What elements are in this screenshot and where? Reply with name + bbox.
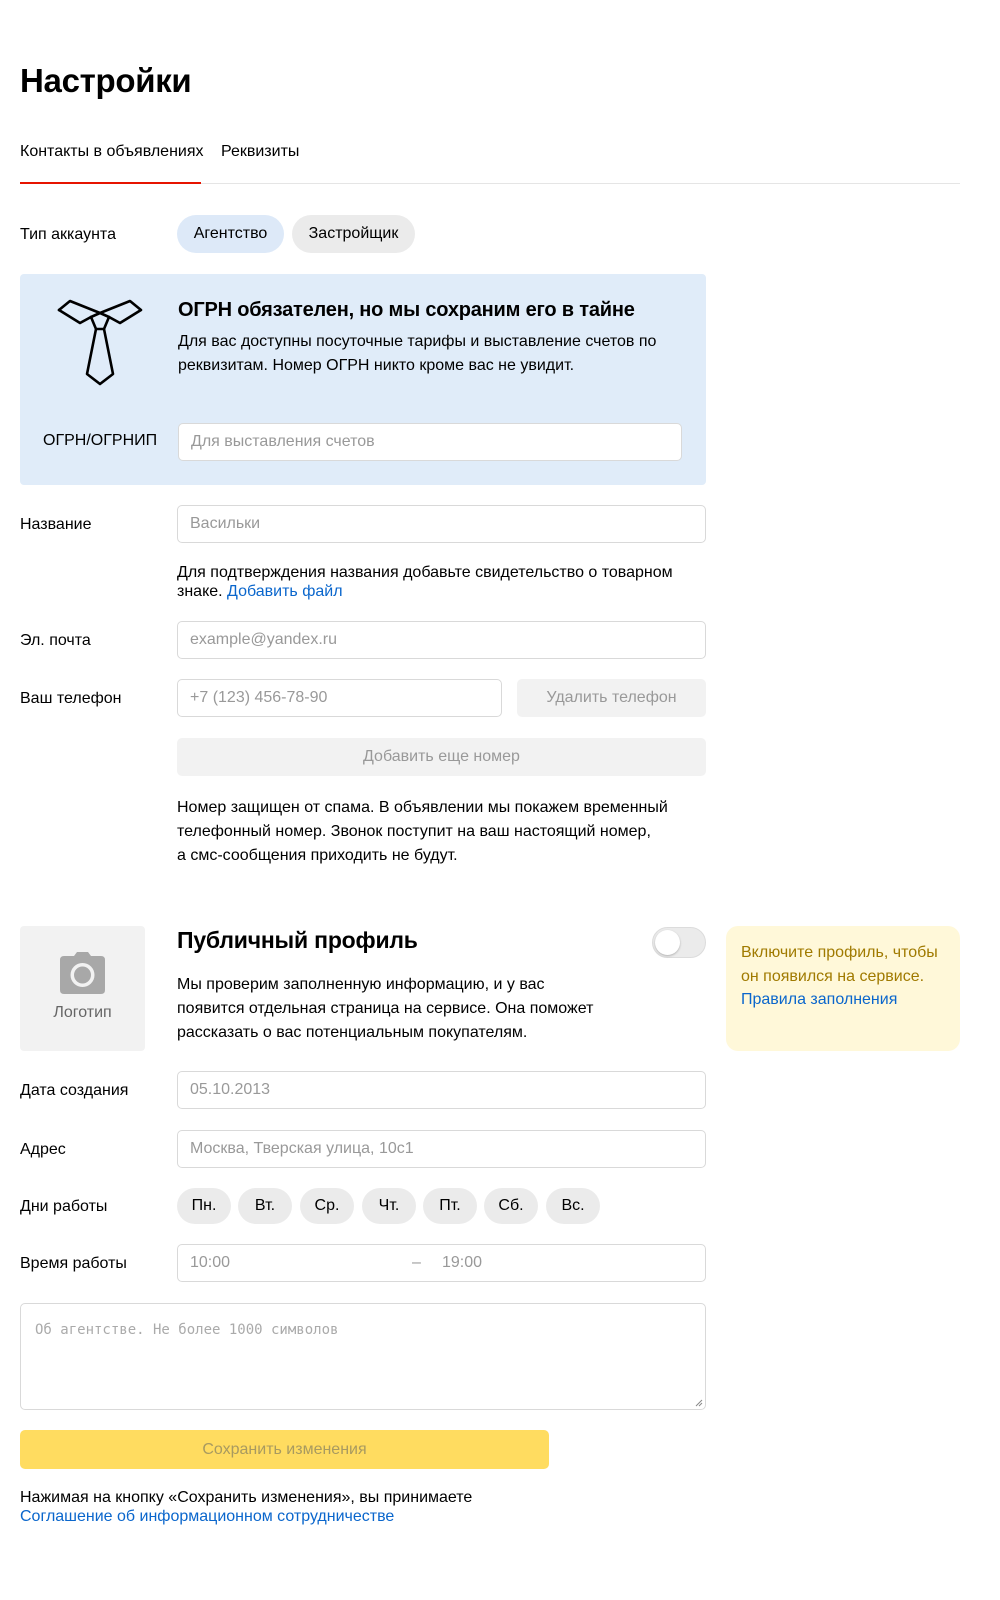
rules-link[interactable]: Правила заполнения [741, 991, 897, 1008]
save-button[interactable]: Сохранить изменения [20, 1430, 549, 1469]
email-label: Эл. почта [20, 632, 91, 649]
spam-note-line: а смс-сообщения приходить не будут. [177, 847, 458, 864]
time-from-input[interactable]: 10:00 [190, 1254, 230, 1272]
spam-note: Номер защищен от спама. В объявлении мы … [177, 796, 706, 868]
name-hint: Для подтверждения названия добавьте свид… [177, 563, 706, 601]
day-tuesday[interactable]: Вт. [238, 1188, 292, 1224]
spam-note-line: Номер защищен от спама. В объявлении мы … [177, 799, 668, 816]
creation-date-label: Дата создания [20, 1082, 129, 1099]
day-friday[interactable]: Пт. [423, 1188, 477, 1224]
profile-tip-message: Включите профиль, чтобы он появился на с… [741, 944, 938, 985]
public-profile-text-line: Мы проверим заполненную информацию, и у … [177, 976, 545, 993]
account-type-agency-button[interactable]: Агентство [177, 215, 284, 253]
add-phone-button[interactable]: Добавить еще номер [177, 738, 706, 776]
tie-icon [56, 298, 144, 388]
page-title: Настройки [20, 62, 192, 99]
resize-handle-icon[interactable] [695, 1399, 703, 1407]
public-profile-title: Публичный профиль [177, 927, 418, 953]
about-placeholder: Об агентстве. Не более 1000 символов [35, 1322, 339, 1338]
ogrn-input[interactable]: Для выставления счетов [178, 423, 682, 461]
delete-phone-button[interactable]: Удалить телефон [517, 679, 706, 717]
about-textarea[interactable]: Об агентстве. Не более 1000 символов [20, 1303, 706, 1410]
public-profile-text: Мы проверим заполненную информацию, и у … [177, 973, 617, 1045]
tab-requisites[interactable]: Реквизиты [221, 143, 299, 161]
day-wednesday[interactable]: Ср. [300, 1188, 354, 1224]
public-profile-text-line: рассказать о вас потенциальным покупател… [177, 1024, 528, 1041]
day-sunday[interactable]: Вс. [546, 1188, 600, 1224]
day-thursday[interactable]: Чт. [362, 1188, 416, 1224]
ogrn-notice-title: ОГРН обязателен, но мы сохраним его в та… [178, 299, 635, 321]
time-separator: – [412, 1254, 421, 1271]
work-time-field: 10:00 – 19:00 [177, 1244, 706, 1282]
name-label: Название [20, 516, 92, 533]
address-label: Адрес [20, 1141, 66, 1158]
work-days-label: Дни работы [20, 1198, 108, 1215]
address-input[interactable]: Москва, Тверская улица, 10с1 [177, 1130, 706, 1168]
phone-input[interactable]: +7 (123) 456-78-90 [177, 679, 502, 717]
email-input[interactable]: example@yandex.ru [177, 621, 706, 659]
time-to-input[interactable]: 19:00 [442, 1254, 482, 1272]
tab-contacts[interactable]: Контакты в объявлениях [20, 143, 204, 161]
public-profile-toggle[interactable] [652, 927, 706, 958]
add-file-link[interactable]: Добавить файл [227, 583, 343, 600]
name-input[interactable]: Васильки [177, 505, 706, 543]
work-time-label: Время работы [20, 1255, 127, 1272]
agreement-note: Нажимая на кнопку «Сохранить изменения»,… [20, 1488, 720, 1526]
spam-note-line: телефонный номер. Звонок поступит на ваш… [177, 823, 651, 840]
logo-label: Логотип [53, 1004, 112, 1021]
account-type-developer-button[interactable]: Застройщик [292, 215, 415, 253]
logo-upload[interactable]: Логотип [20, 926, 145, 1051]
account-type-label: Тип аккаунта [20, 226, 116, 243]
camera-icon [60, 952, 105, 994]
phone-label: Ваш телефон [20, 690, 122, 707]
day-monday[interactable]: Пн. [177, 1188, 231, 1224]
public-profile-text-line: появится отдельная страница на сервисе. … [177, 1000, 594, 1017]
creation-date-input[interactable]: 05.10.2013 [177, 1071, 706, 1109]
profile-tip-text: Включите профиль, чтобы он появился на с… [741, 941, 946, 1012]
toggle-knob [655, 930, 680, 955]
agreement-text: Нажимая на кнопку «Сохранить изменения»,… [20, 1489, 473, 1506]
ogrn-label: ОГРН/ОГРНИП [43, 432, 158, 449]
active-tab-indicator [20, 182, 201, 184]
day-saturday[interactable]: Сб. [484, 1188, 538, 1224]
agreement-link[interactable]: Соглашение об информационном сотрудничес… [20, 1507, 720, 1526]
ogrn-notice-text: Для вас доступны посуточные тарифы и выс… [178, 333, 657, 374]
